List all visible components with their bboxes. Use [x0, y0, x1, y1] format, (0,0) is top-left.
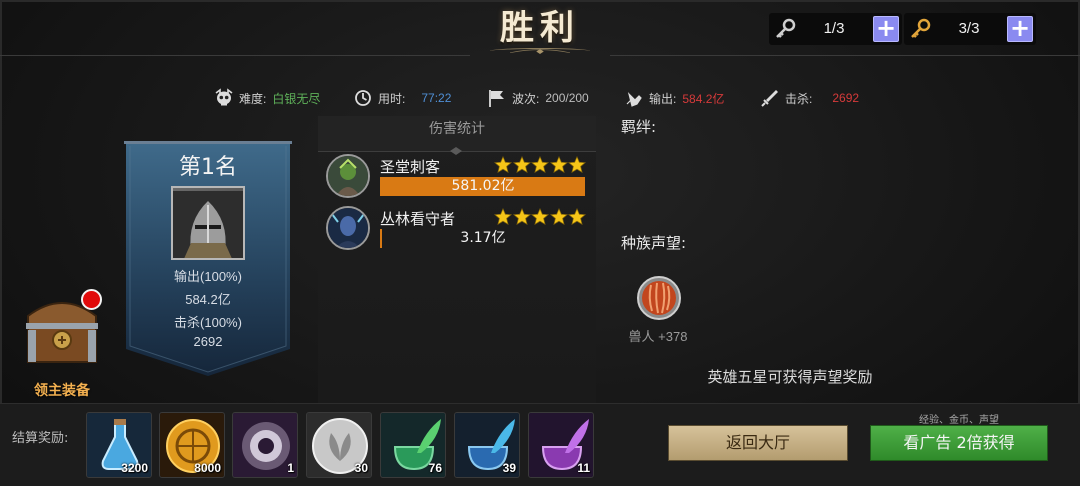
hero-star-rating	[494, 208, 587, 226]
difficulty-value: 白银无尽	[272, 91, 321, 106]
kill-total: 2692	[193, 334, 223, 349]
jungle-warden-portrait-icon	[328, 208, 368, 248]
time-label: 用时:	[378, 91, 406, 106]
five-star-hint: 英雄五星可获得声望奖励	[707, 368, 873, 386]
damage-bar: 581.02亿	[380, 177, 586, 196]
flag-icon	[489, 90, 504, 107]
hero-name: 丛林看守者	[380, 210, 456, 228]
silver-key-counter: 1/3 +	[769, 13, 902, 45]
output-total: 584.2亿	[185, 292, 231, 307]
bonds-label: 羁绊:	[621, 118, 657, 136]
stat-output: 输出: 584.2亿	[623, 86, 724, 110]
hero-avatar-templar-assassin	[326, 154, 370, 198]
gold-key-counter: 3/3 +	[904, 13, 1036, 45]
fist-icon	[626, 92, 642, 107]
hero-name: 圣堂刺客	[380, 158, 441, 176]
wave-value: 200/200	[545, 91, 589, 105]
star-icon	[568, 208, 586, 225]
reward-item-dark-orb[interactable]: 1	[232, 412, 298, 478]
title-plate: 胜利	[470, 0, 610, 58]
output-percent: 输出(100%)	[174, 269, 242, 284]
hero-avatar-jungle-warden	[326, 206, 370, 250]
star-icon	[549, 208, 568, 225]
kills-label: 击杀:	[785, 91, 813, 106]
reward-item-silver-coin[interactable]: 30	[306, 412, 372, 478]
damage-stats-panel: 伤害统计 圣堂刺客 581.02亿 丛林看守者 3.17亿	[318, 116, 596, 406]
hero-star-rating	[494, 156, 587, 174]
damage-bar: 3.17亿	[380, 229, 586, 248]
reward-item-blue-ink[interactable]: 39	[454, 412, 520, 478]
reward-count: 76	[428, 461, 442, 475]
reward-count: 8000	[194, 461, 221, 475]
reward-count: 39	[502, 461, 516, 475]
skull-icon	[215, 88, 233, 106]
star-icon	[494, 156, 512, 173]
time-value: 77:22	[421, 91, 452, 105]
damage-value: 3.17亿	[460, 230, 506, 246]
sword-icon	[761, 90, 778, 107]
hero-row-2[interactable]: 丛林看守者 3.17亿	[318, 206, 596, 256]
notification-dot	[81, 289, 102, 310]
reward-item-green-ink[interactable]: 76	[380, 412, 446, 478]
rewards-label: 结算奖励:	[12, 431, 69, 446]
stat-kills: 击杀: 2692	[759, 86, 859, 110]
gold-key-count: 3/3	[958, 20, 980, 37]
star-icon	[512, 156, 531, 173]
title-ornament	[490, 48, 590, 54]
silver-key-count: 1/3	[823, 20, 845, 37]
output-value: 584.2亿	[682, 91, 725, 106]
race-reputation-label: 种族声望:	[621, 234, 687, 252]
reward-item-gold-coin[interactable]: 8000	[159, 412, 225, 478]
star-icon	[531, 208, 549, 225]
rank-title: 第1名	[179, 155, 237, 180]
reward-count: 11	[577, 461, 590, 475]
knight-helmet-icon	[173, 191, 243, 258]
kills-value: 2692	[832, 91, 860, 105]
title-divider-right	[610, 55, 1080, 56]
silver-key-icon	[776, 18, 796, 38]
clock-icon	[355, 90, 371, 106]
star-icon	[568, 156, 586, 173]
reward-item-purple-ink[interactable]: 11	[528, 412, 594, 478]
stat-time: 用时: 77:22	[352, 86, 451, 110]
reward-count: 30	[354, 461, 368, 475]
add-gold-key-button[interactable]: +	[1007, 16, 1033, 42]
star-icon	[531, 156, 549, 173]
title-divider-left	[0, 55, 470, 56]
reward-count: 3200	[121, 461, 148, 475]
kill-percent: 击杀(100%)	[174, 315, 242, 330]
difficulty-label: 难度:	[239, 91, 267, 106]
damage-stats-title: 伤害统计	[429, 121, 485, 137]
add-silver-key-button[interactable]: +	[873, 16, 899, 42]
watch-ad-double-button[interactable]: 看广告 2倍获得	[870, 425, 1048, 461]
stat-wave: 波次: 200/200	[486, 86, 589, 110]
lord-equipment-label[interactable]: 领主装备	[20, 380, 104, 400]
star-icon	[549, 156, 568, 173]
damage-value: 581.02亿	[451, 178, 515, 194]
wave-label: 波次:	[512, 91, 540, 106]
orc-reputation-value: 兽人 +378	[628, 329, 688, 344]
return-lobby-button[interactable]: 返回大厅	[668, 425, 848, 461]
stat-difficulty: 难度: 白银无尽	[213, 86, 320, 110]
reward-item-blue-potion[interactable]: 3200	[86, 412, 152, 478]
rank-banner: 第1名 输出(100%) 584.2亿 击杀(100%) 2692	[124, 141, 292, 379]
battle-stats-bar: 难度: 白银无尽 用时: 77:22 波次: 200/200 输出: 584.2…	[0, 86, 1080, 110]
ad-reward-types: 经验、金币、声望	[919, 415, 999, 426]
output-label: 输出:	[649, 91, 677, 106]
star-icon	[512, 208, 531, 225]
star-icon	[494, 208, 512, 225]
reward-count: 1	[287, 461, 294, 475]
orc-shield-icon[interactable]	[636, 275, 682, 321]
templar-assassin-portrait-icon	[328, 156, 368, 196]
lord-portrait	[171, 186, 245, 260]
hero-row-1[interactable]: 圣堂刺客 581.02亿	[318, 154, 596, 204]
gold-key-icon	[911, 18, 931, 38]
